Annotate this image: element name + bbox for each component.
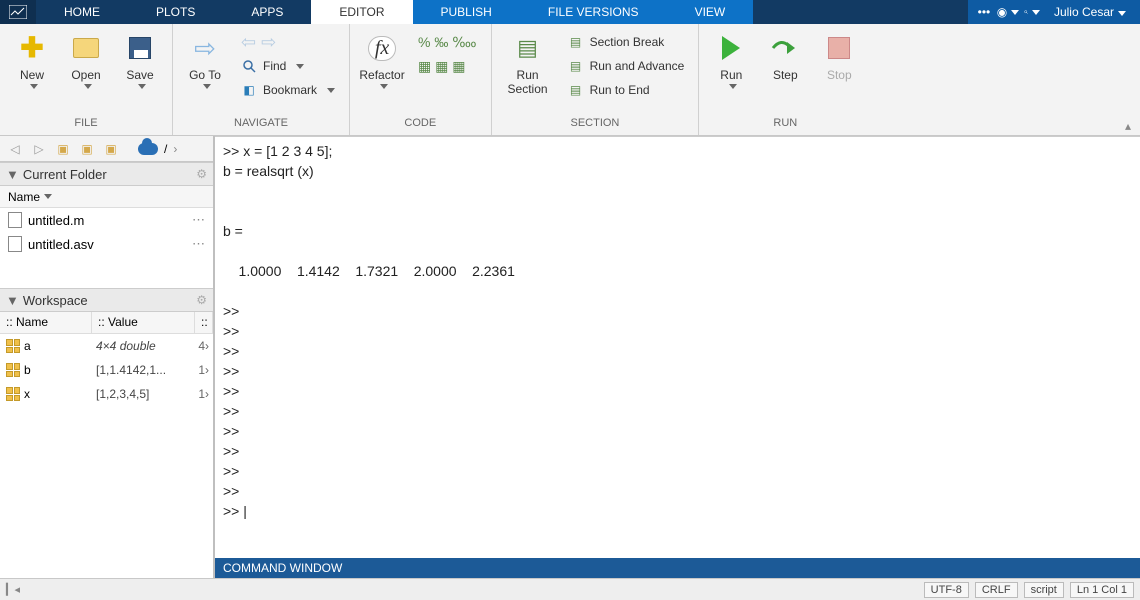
status-encoding[interactable]: UTF-8 xyxy=(924,582,969,598)
ribbon: ✚New Open Save FILE ⇨Go To ⇦ ⇨ Find ◧Boo… xyxy=(0,24,1140,136)
workspace-var-row[interactable]: b [1,1.4142,1... 1› xyxy=(0,358,213,382)
path-text: / xyxy=(164,142,167,156)
section-break-button[interactable]: ▤Section Break xyxy=(564,32,689,52)
twisty-icon: ▼ xyxy=(6,293,19,308)
path-chevron-icon[interactable]: › xyxy=(173,142,177,156)
bookmark-icon: ◧ xyxy=(241,82,257,98)
tab-home[interactable]: HOME xyxy=(36,0,128,24)
cloud-icon[interactable] xyxy=(138,143,158,155)
col-name[interactable]: :: Name xyxy=(0,312,92,333)
workspace-header[interactable]: ▼ Workspace ⚙ xyxy=(0,288,213,312)
run-advance-icon: ▤ xyxy=(568,58,584,74)
nav-browse-icon[interactable]: ▣ xyxy=(102,140,120,158)
tab-editor[interactable]: EDITOR xyxy=(311,0,412,24)
group-label: NAVIGATE xyxy=(183,117,339,133)
group-label: SECTION xyxy=(502,117,689,133)
run-button[interactable]: Run xyxy=(709,28,753,89)
twisty-icon: ▼ xyxy=(6,167,19,182)
editor-column: >> x = [1 2 3 4 5]; b = realsqrt (x) b =… xyxy=(215,136,1140,578)
current-folder-header[interactable]: ▼ Current Folder ⚙ xyxy=(0,162,213,186)
top-tabstrip: HOME PLOTS APPS EDITOR PUBLISH FILE VERS… xyxy=(0,0,1140,24)
ribbon-collapse-icon[interactable]: ▴ xyxy=(1120,119,1136,133)
folder-icon xyxy=(73,38,99,58)
run-to-end-button[interactable]: ▤Run to End xyxy=(564,80,689,100)
nav-fwd-icon[interactable]: ▷ xyxy=(30,140,48,158)
stop-button[interactable]: Stop xyxy=(817,28,861,82)
group-label: RUN xyxy=(709,117,861,133)
tab-apps[interactable]: APPS xyxy=(223,0,311,24)
search-icon[interactable] xyxy=(1024,4,1040,20)
column-header-name[interactable]: Name xyxy=(0,186,213,208)
var-icon xyxy=(6,363,20,377)
section-break-icon: ▤ xyxy=(568,34,584,50)
ribbon-group-file: ✚New Open Save FILE xyxy=(0,24,173,135)
file-icon xyxy=(8,212,22,228)
quick-access: ••• ◉ Julio Cesar xyxy=(968,0,1140,24)
address-bar: ◁ ▷ ▣ ▣ ▣ / › xyxy=(0,136,213,162)
save-button[interactable]: Save xyxy=(118,28,162,89)
workspace-columns: :: Name :: Value :: xyxy=(0,312,213,334)
run-advance-button[interactable]: ▤Run and Advance xyxy=(564,56,689,76)
scroll-start-icon[interactable]: ▎◂ xyxy=(6,583,20,596)
tab-plots[interactable]: PLOTS xyxy=(128,0,223,24)
run-section-button[interactable]: ▤Run Section xyxy=(502,28,554,96)
var-icon xyxy=(6,339,20,353)
var-icon xyxy=(6,387,20,401)
status-type[interactable]: script xyxy=(1024,582,1064,598)
run-end-icon: ▤ xyxy=(568,82,584,98)
tab-view[interactable]: VIEW xyxy=(667,0,754,24)
group-label: CODE xyxy=(360,117,481,133)
nav-back-icon[interactable]: ◁ xyxy=(6,140,24,158)
file-row[interactable]: untitled.m ⋯ xyxy=(0,208,213,232)
col-value[interactable]: :: Value xyxy=(92,312,195,333)
save-icon xyxy=(129,37,151,59)
goto-button[interactable]: ⇨Go To xyxy=(183,28,227,89)
refactor-button[interactable]: fxRefactor xyxy=(360,28,404,89)
current-folder-body: untitled.m ⋯ untitled.asv ⋯ xyxy=(0,208,213,288)
stop-icon xyxy=(828,37,850,59)
tab-publish[interactable]: PUBLISH xyxy=(413,0,520,24)
main-area: ◁ ▷ ▣ ▣ ▣ / › ▼ Current Folder ⚙ Name un… xyxy=(0,136,1140,578)
ribbon-group-navigate: ⇨Go To ⇦ ⇨ Find ◧Bookmark NAVIGATE xyxy=(173,24,350,135)
col-more[interactable]: :: xyxy=(195,312,213,333)
code-tools-row2[interactable]: ▦ ▦ ▦ xyxy=(414,56,481,76)
left-column: ◁ ▷ ▣ ▣ ▣ / › ▼ Current Folder ⚙ Name un… xyxy=(0,136,215,578)
bookmark-button[interactable]: ◧Bookmark xyxy=(237,80,339,100)
workspace-body: a 4×4 double 4› b [1,1.4142,1... 1› x [1… xyxy=(0,334,213,578)
code-tools-row1[interactable]: % ‰ ‱ xyxy=(414,32,481,52)
find-button[interactable]: Find xyxy=(237,56,339,76)
command-window-title: COMMAND WINDOW xyxy=(215,558,1140,578)
status-eol[interactable]: CRLF xyxy=(975,582,1018,598)
new-button[interactable]: ✚New xyxy=(10,28,54,89)
play-icon xyxy=(722,36,740,60)
open-button[interactable]: Open xyxy=(64,28,108,89)
status-bar: ▎◂ UTF-8 CRLF script Ln 1 Col 1 xyxy=(0,578,1140,600)
command-output[interactable]: >> x = [1 2 3 4 5]; b = realsqrt (x) b =… xyxy=(215,136,1140,558)
file-more-icon[interactable]: ⋯ xyxy=(192,236,205,252)
ribbon-group-section: ▤Run Section ▤Section Break ▤Run and Adv… xyxy=(492,24,700,135)
user-name[interactable]: Julio Cesar xyxy=(1048,5,1132,19)
nav-folder-icon[interactable]: ▣ xyxy=(78,140,96,158)
file-icon xyxy=(8,236,22,252)
file-more-icon[interactable]: ⋯ xyxy=(192,212,205,228)
nav-arrows[interactable]: ⇦ ⇨ xyxy=(237,32,339,52)
fx-icon: fx xyxy=(368,36,396,61)
goto-icon: ⇨ xyxy=(194,33,216,64)
find-icon xyxy=(241,58,257,74)
more-icon[interactable]: ••• xyxy=(976,4,992,20)
workspace-var-row[interactable]: a 4×4 double 4› xyxy=(0,334,213,358)
group-label: FILE xyxy=(10,117,162,133)
panel-gear-icon[interactable]: ⚙ xyxy=(196,167,207,181)
app-logo-icon[interactable] xyxy=(0,0,36,24)
status-position[interactable]: Ln 1 Col 1 xyxy=(1070,582,1134,598)
file-row[interactable]: untitled.asv ⋯ xyxy=(0,232,213,256)
tab-file-versions[interactable]: FILE VERSIONS xyxy=(520,0,667,24)
ribbon-group-code: fxRefactor % ‰ ‱ ▦ ▦ ▦ CODE xyxy=(350,24,492,135)
step-button[interactable]: Step xyxy=(763,28,807,82)
nav-up-icon[interactable]: ▣ xyxy=(54,140,72,158)
workspace-var-row[interactable]: x [1,2,3,4,5] 1› xyxy=(0,382,213,406)
ribbon-group-run: Run Step Stop RUN xyxy=(699,24,871,135)
help-dropdown-icon[interactable]: ◉ xyxy=(1000,4,1016,20)
panel-gear-icon[interactable]: ⚙ xyxy=(196,293,207,307)
